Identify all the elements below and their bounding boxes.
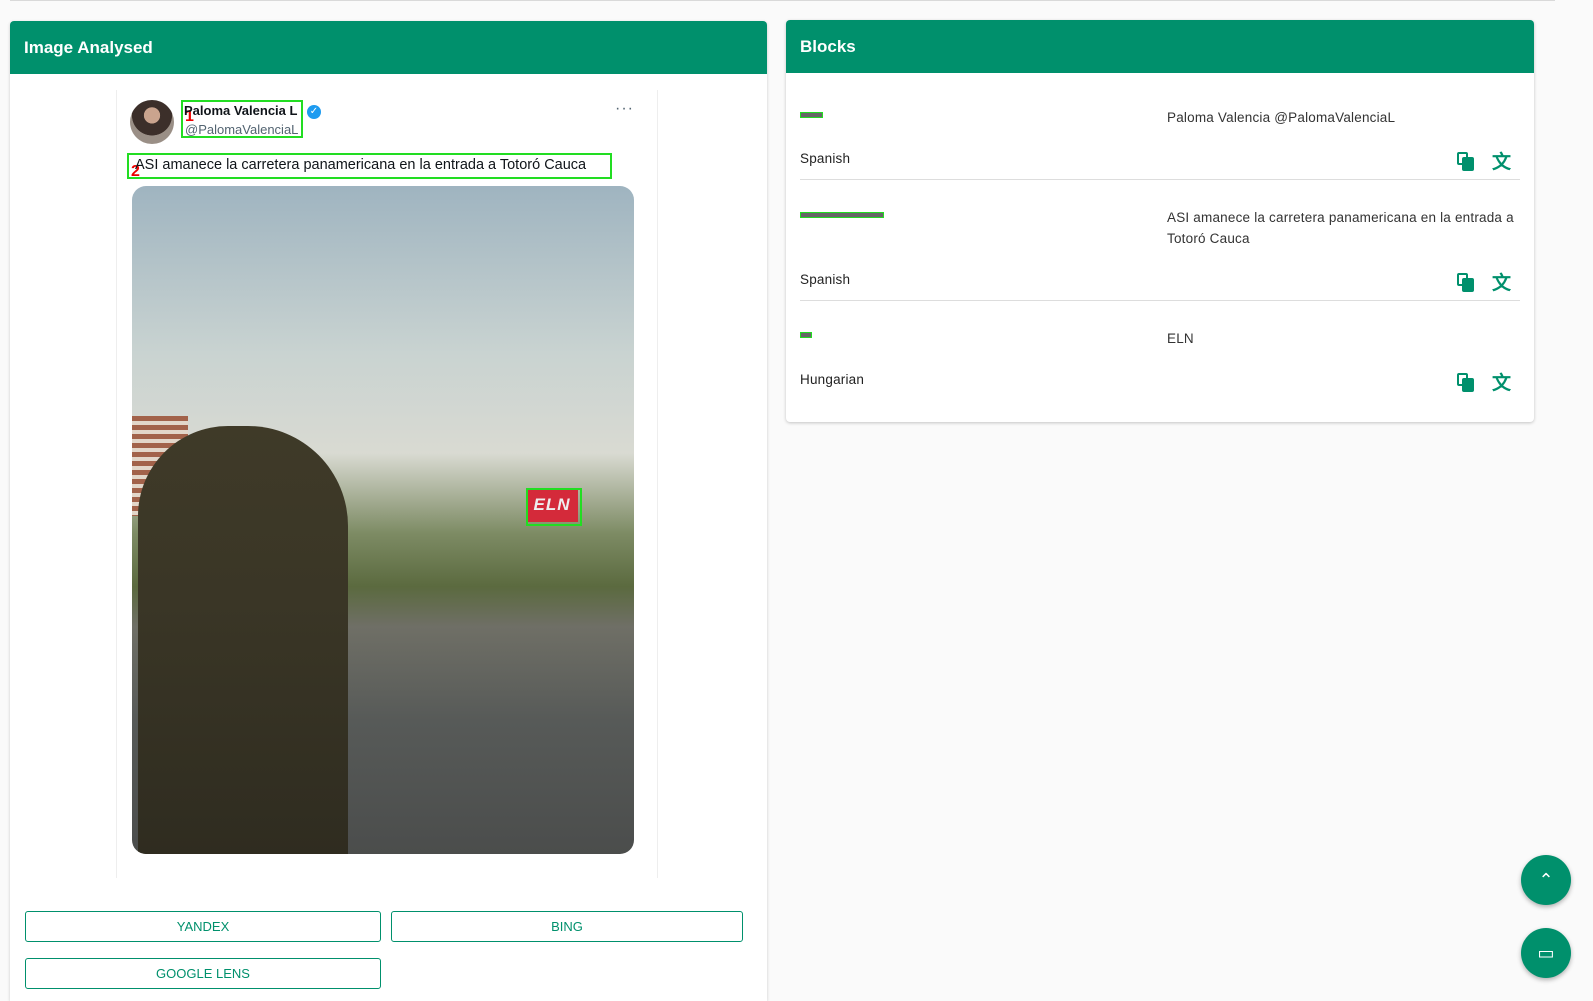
google-lens-button[interactable]: GOOGLE LENS: [25, 958, 381, 989]
chat-icon: ▭: [1537, 943, 1554, 963]
bing-button[interactable]: BING: [391, 911, 743, 942]
avatar: [130, 100, 174, 144]
blocks-title: Blocks: [786, 20, 1534, 73]
block-text: ASI amanece la carretera panamericana en…: [1167, 207, 1519, 249]
block-thumbnail: [800, 212, 884, 218]
scroll-top-button[interactable]: ⌃: [1521, 855, 1571, 905]
block-language: Hungarian: [800, 372, 864, 387]
tweet-user-name: Paloma Valencia L: [184, 103, 297, 118]
ocr-box-3: [526, 488, 582, 526]
translate-icon[interactable]: 文: [1492, 147, 1511, 174]
block-language: Spanish: [800, 272, 850, 287]
yandex-button[interactable]: YANDEX: [25, 911, 381, 942]
image-analysed-title: Image Analysed: [10, 21, 767, 74]
tweet-text: ASI amanece la carretera panamericana en…: [135, 157, 586, 173]
block-thumbnail: [800, 112, 823, 118]
block-item: ASI amanece la carretera panamericana en…: [800, 210, 1520, 301]
translate-icon[interactable]: 文: [1492, 268, 1511, 295]
tweet-photo: ELN: [132, 186, 634, 854]
block-item: ELN Hungarian 文: [800, 332, 1520, 402]
chat-button[interactable]: ▭: [1521, 928, 1571, 978]
copy-icon[interactable]: [1457, 373, 1471, 390]
copy-icon[interactable]: [1457, 152, 1471, 169]
tweet-handle: @PalomaValenciaL: [185, 122, 298, 137]
translate-icon[interactable]: 文: [1492, 368, 1511, 395]
top-divider: [10, 0, 1555, 1]
image-analysed-card: Image Analysed 1 Paloma Valencia L ✓ @Pa…: [10, 21, 767, 1001]
block-thumbnail: [800, 332, 812, 338]
block-text: Paloma Valencia @PalomaValenciaL: [1167, 107, 1519, 128]
soldier-shape: [138, 426, 348, 854]
verified-badge-icon: ✓: [307, 105, 321, 119]
block-language: Spanish: [800, 151, 850, 166]
tweet-screenshot: 1 Paloma Valencia L ✓ @PalomaValenciaL ·…: [116, 90, 658, 878]
block-text: ELN: [1167, 328, 1519, 349]
chevron-up-icon: ⌃: [1538, 870, 1553, 890]
blocks-card: Blocks Paloma Valencia @PalomaValenciaL …: [786, 20, 1534, 422]
copy-icon[interactable]: [1457, 273, 1471, 290]
more-options-icon: ···: [615, 100, 634, 118]
block-item: Paloma Valencia @PalomaValenciaL Spanish…: [800, 110, 1520, 180]
